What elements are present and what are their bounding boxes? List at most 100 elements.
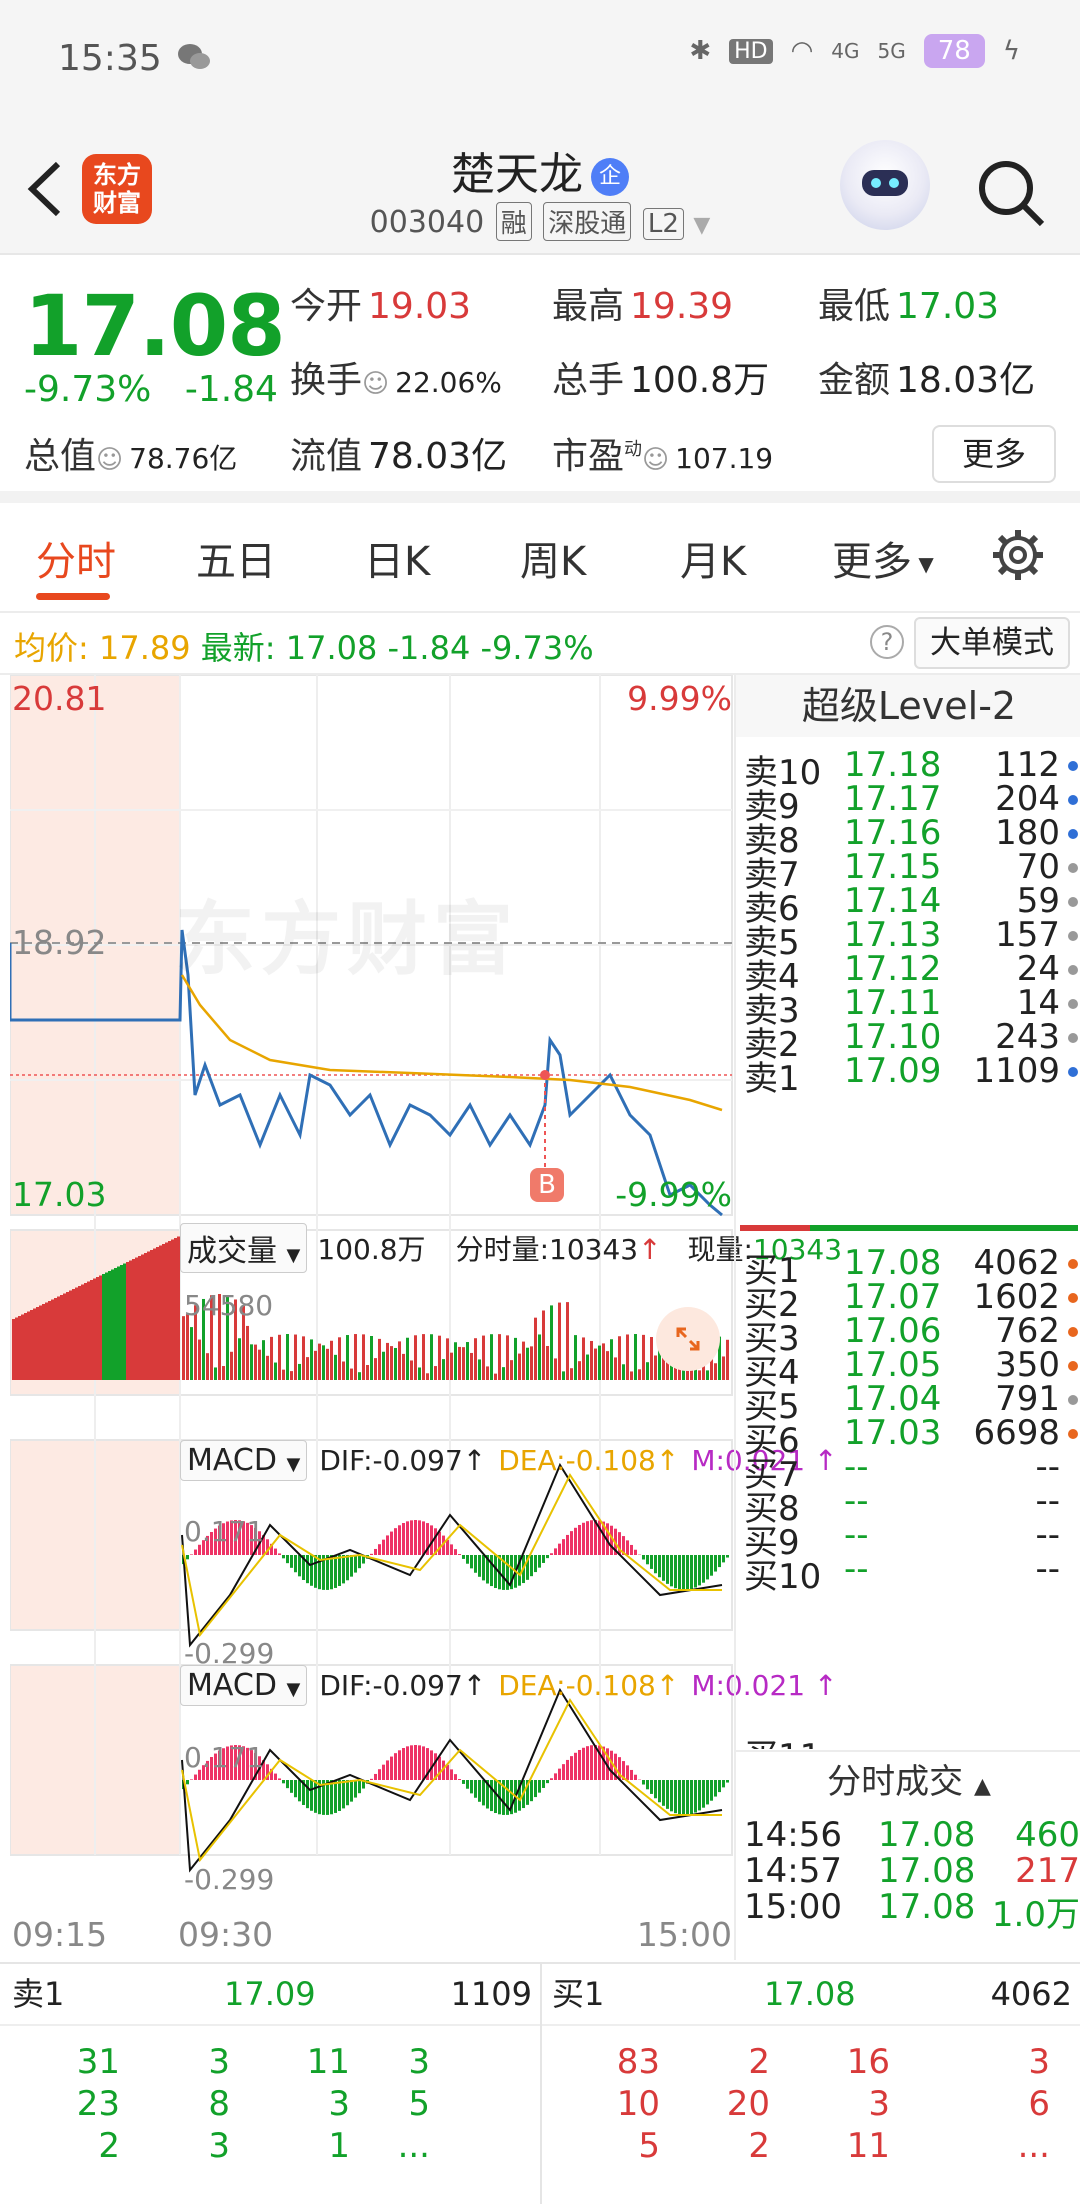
- level2-title[interactable]: 超级Level-2: [736, 675, 1080, 737]
- intraday-chart[interactable]: 20.81 9.99% 18.92 17.03 -9.99% 东方财富 B 成交…: [8, 674, 842, 1960]
- gear-icon[interactable]: [990, 527, 1046, 583]
- tab-intraday[interactable]: 分时: [36, 529, 116, 587]
- macd-dif-2: DIF:-0.097↑: [319, 1668, 487, 1702]
- macd-1-histogram-bar: [690, 1555, 693, 1590]
- tab-weekly-k[interactable]: 周K: [520, 529, 586, 587]
- expand-icon[interactable]: [656, 1307, 720, 1371]
- order-dot-icon: [1068, 999, 1078, 1009]
- book-split-bar: [740, 1225, 1078, 1231]
- more-button[interactable]: 更多: [932, 425, 1056, 483]
- big-order-mode-button[interactable]: 大单模式: [914, 617, 1070, 669]
- assistant-robot-avatar[interactable]: [840, 140, 930, 230]
- tab-monthly-k[interactable]: 月K: [680, 529, 746, 587]
- macd-1-histogram-bar: [286, 1555, 289, 1564]
- volume-max-label: 54580: [184, 1289, 274, 1322]
- chart-canvas[interactable]: [8, 674, 734, 1960]
- macd-2-histogram-bar: [706, 1780, 709, 1805]
- ask-row[interactable]: 卖1 17.09 1109: [744, 1051, 1080, 1099]
- help-icon[interactable]: ?: [870, 625, 904, 659]
- volume-bar: [646, 1362, 649, 1380]
- bid-row[interactable]: 买10 -- --: [744, 1549, 1080, 1597]
- volume-bar: [322, 1345, 325, 1380]
- volume-bar: [330, 1340, 333, 1380]
- macd-2-histogram-bar: [546, 1780, 549, 1784]
- volume-bar: [350, 1368, 353, 1380]
- macd-1-histogram-bar: [714, 1555, 717, 1572]
- volume-bar: [144, 1253, 147, 1380]
- book-price: --: [844, 1549, 869, 1589]
- quote-value: 100.8万: [630, 360, 770, 401]
- macd-selector-2[interactable]: MACD ▼: [180, 1664, 308, 1706]
- volume-bar: [153, 1248, 156, 1380]
- macd-2-histogram-bar: [630, 1769, 633, 1780]
- macd-1-histogram-bar: [282, 1555, 285, 1559]
- latest-change: -1.84: [387, 629, 471, 667]
- macd-2-histogram-bar: [710, 1780, 713, 1801]
- volume-bar: [462, 1347, 465, 1380]
- volume-bar: [57, 1296, 60, 1380]
- volume-bar: [438, 1335, 441, 1380]
- volume-bar: [190, 1327, 193, 1380]
- macd-2-histogram-bar: [286, 1780, 289, 1789]
- macd-1-histogram-bar: [534, 1555, 537, 1573]
- y-high-label: 20.81: [12, 679, 107, 718]
- volume-bar: [446, 1338, 449, 1380]
- macd-2-histogram-bar: [482, 1780, 485, 1806]
- volume-bar: [117, 1266, 120, 1380]
- macd-1-histogram-bar: [654, 1555, 657, 1574]
- volume-bar: [390, 1346, 393, 1380]
- change-percent: -9.73%: [24, 369, 152, 410]
- info-icon[interactable]: ☺: [96, 445, 123, 475]
- macd-2-histogram-bar: [646, 1780, 649, 1790]
- macd-1-histogram-bar: [350, 1555, 353, 1577]
- tab-daily-k[interactable]: 日K: [364, 529, 430, 587]
- macd-2-histogram-bar: [686, 1780, 689, 1815]
- macd-2-histogram-bar: [346, 1780, 349, 1806]
- macd-1-histogram-bar: [562, 1539, 565, 1555]
- volume-bar: [168, 1241, 171, 1380]
- info-icon[interactable]: ☺: [642, 445, 669, 475]
- quote-value: 19.03: [368, 286, 472, 327]
- active-tab-indicator: [36, 593, 110, 600]
- volume-bar: [60, 1295, 63, 1380]
- up-arrow-icon: ↑: [638, 1233, 662, 1266]
- volume-bar: [45, 1302, 48, 1380]
- info-icon[interactable]: ☺: [362, 369, 389, 399]
- macd-1-histogram-bar: [354, 1555, 357, 1573]
- tab-more[interactable]: 更多 ▼: [832, 529, 934, 587]
- order-dot-icon: [1068, 1429, 1078, 1439]
- volume-bar: [138, 1256, 141, 1380]
- volume-bar: [266, 1355, 269, 1380]
- macd-1-histogram-bar: [482, 1555, 485, 1581]
- quote-value: 19.39: [630, 286, 734, 327]
- price-info-line: 均价: 17.89 最新: 17.08 -1.84 -9.73% ? 大单模式: [0, 613, 1080, 675]
- avg-price-line: [180, 974, 723, 1112]
- pct-high-label: 9.99%: [627, 679, 732, 718]
- macd-2-histogram-bar: [662, 1780, 665, 1806]
- battery-icon: 78: [923, 34, 985, 68]
- caret-up-icon: ▲: [973, 1774, 991, 1799]
- volume-bar: [123, 1263, 126, 1380]
- macd-2-histogram-bar: [370, 1778, 373, 1780]
- enterprise-badge-icon: 企: [591, 158, 629, 196]
- volume-bar: [51, 1299, 54, 1380]
- tag-l2: L2: [642, 208, 684, 240]
- macd-2-histogram-bar: [650, 1780, 653, 1794]
- quote-label: 最高: [552, 286, 625, 327]
- macd-2-histogram-bar: [554, 1773, 557, 1780]
- volume-bar: [105, 1272, 108, 1380]
- volume-bar: [526, 1347, 529, 1380]
- volume-selector[interactable]: 成交量 ▼: [180, 1223, 308, 1273]
- trades-title[interactable]: 分时成交 ▲: [736, 1750, 1080, 1810]
- buy-marker[interactable]: B: [530, 1168, 564, 1202]
- quote-label: 总值: [24, 436, 97, 477]
- bid-queue-header: 买1 17.08 4062: [552, 1964, 1072, 2024]
- volume-bar: [362, 1334, 365, 1380]
- macd-selector-1[interactable]: MACD ▼: [180, 1439, 308, 1481]
- volume-bar: [290, 1371, 293, 1380]
- charging-icon: ϟ: [1002, 36, 1020, 66]
- macd-2-histogram-bar: [378, 1769, 381, 1780]
- tab-five-day[interactable]: 五日: [196, 529, 276, 587]
- search-icon[interactable]: [976, 158, 1046, 228]
- volume-bar: [270, 1336, 273, 1380]
